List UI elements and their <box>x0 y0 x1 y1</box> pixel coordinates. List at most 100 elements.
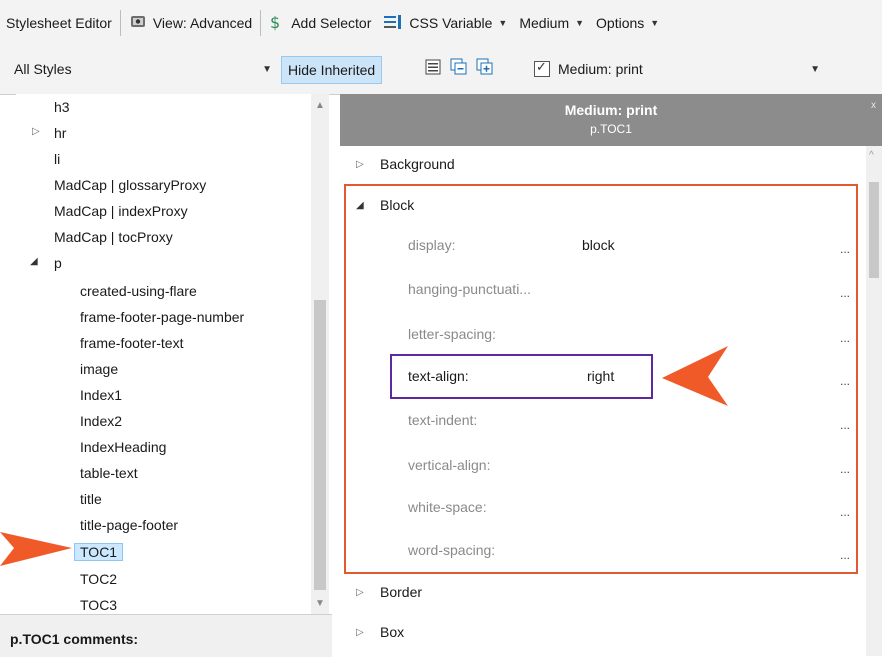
view-mode-buttons <box>424 58 494 76</box>
tree-item-label: frame-footer-page-number <box>80 309 245 325</box>
tree-item[interactable]: TOC3 <box>80 592 117 614</box>
tree-item[interactable]: table-text <box>80 460 138 486</box>
tree-item-label: table-text <box>80 465 138 481</box>
tree-item-label: p <box>54 255 62 271</box>
section-border-label: Border <box>380 584 423 600</box>
main-toolbar: Stylesheet Editor View: Advanced $ Add S… <box>0 0 882 47</box>
svg-text:$: $ <box>270 13 280 31</box>
tree-item[interactable]: MadCap | glossaryProxy <box>54 172 206 198</box>
close-icon[interactable]: x <box>871 100 876 111</box>
tree-item[interactable]: MadCap | tocProxy <box>54 224 173 250</box>
css-variable-label: CSS Variable <box>409 15 493 31</box>
editor-title-label: Stylesheet Editor <box>6 15 112 31</box>
tree-item-label: TOC2 <box>80 571 118 587</box>
text-align-highlight <box>390 354 653 399</box>
comments-label: p.TOC1 comments: <box>10 631 139 647</box>
tree-item[interactable]: created-using-flare <box>80 278 197 304</box>
callout-arrow-left <box>0 532 72 566</box>
callout-arrow-right <box>662 346 728 406</box>
tree-item-label: h3 <box>54 99 70 115</box>
tree-item[interactable]: frame-footer-page-number <box>80 304 244 330</box>
tree-item[interactable]: title-page-footer <box>80 512 178 538</box>
toolbar-separator <box>119 10 121 36</box>
section-background-label: Background <box>380 156 455 172</box>
properties-panel: Medium: print p.TOC1 x ^ ▷ Background ◢ … <box>340 94 882 656</box>
filter-toolbar: All Styles ▼ Hide Inherited Medium: prin… <box>0 46 882 95</box>
chevron-down-icon: ▼ <box>810 63 820 75</box>
tree-item[interactable]: li <box>54 146 60 172</box>
tree-item[interactable]: p <box>54 250 62 276</box>
section-box[interactable]: ▷ Box <box>356 624 404 640</box>
tree-item-label: TOC3 <box>80 597 118 613</box>
css-variable-icon <box>383 14 403 33</box>
toolbar-separator <box>260 10 262 36</box>
expand-arrow-icon: ▷ <box>356 158 364 170</box>
tree-item[interactable]: image <box>80 356 118 382</box>
section-background[interactable]: ▷ Background <box>356 156 455 172</box>
comments-panel: p.TOC1 comments: <box>0 614 332 657</box>
section-border[interactable]: ▷ Border <box>356 584 422 600</box>
tree-item-label: Index2 <box>80 413 123 429</box>
tree-item[interactable]: Index1 <box>80 382 122 408</box>
tree-item-label: title-page-footer <box>80 517 179 533</box>
medium-menu[interactable]: Medium ▼ <box>513 0 590 46</box>
tree-item-label: MadCap | indexProxy <box>54 203 188 219</box>
styles-filter-dropdown[interactable]: All Styles ▼ <box>14 56 276 82</box>
tree-item-label: frame-footer-text <box>80 335 184 351</box>
scroll-thumb[interactable] <box>314 300 326 590</box>
tree-scrollbar[interactable]: ▲ ▼ <box>311 94 329 614</box>
tree-item-label: IndexHeading <box>80 439 167 455</box>
css-variable-menu[interactable]: CSS Variable ▼ <box>377 0 513 46</box>
section-box-label: Box <box>380 624 405 640</box>
scroll-thumb[interactable] <box>869 182 879 278</box>
add-selector-label: Add Selector <box>291 15 372 31</box>
view-advanced-label: View: Advanced <box>152 15 253 31</box>
hide-inherited-toggle[interactable]: Hide Inherited <box>281 56 383 84</box>
selector-title: p.TOC1 <box>590 122 632 136</box>
medium-checkbox-label: Medium: print <box>558 61 643 77</box>
tree-item-label: TOC1 <box>74 543 124 561</box>
medium-label: Medium <box>519 15 570 31</box>
expand-arrow-icon: ▷ <box>356 626 364 638</box>
tree-item-label: li <box>54 151 61 167</box>
tree-item[interactable]: hr <box>54 120 66 146</box>
scroll-down-icon[interactable]: ▼ <box>315 598 325 609</box>
tree-item-label: created-using-flare <box>80 283 197 299</box>
medium-title: Medium: print <box>564 102 658 118</box>
view-advanced-button[interactable]: View: Advanced <box>123 0 258 46</box>
tree-item-label: hr <box>54 125 67 141</box>
tree-item[interactable]: IndexHeading <box>80 434 166 460</box>
add-selector-button[interactable]: $ Add Selector <box>263 0 377 46</box>
show-list-icon[interactable] <box>424 58 442 76</box>
properties-scrollbar[interactable]: ^ <box>866 146 882 656</box>
tree-item[interactable]: Index2 <box>80 408 122 434</box>
editor-title: Stylesheet Editor <box>0 0 118 46</box>
tree-item-label: image <box>80 361 119 377</box>
tree-item-selected[interactable]: TOC1 <box>74 539 124 565</box>
expand-arrow-icon[interactable]: ▷ <box>32 126 40 137</box>
expand-all-icon[interactable] <box>476 58 494 76</box>
hide-inherited-label: Hide Inherited <box>288 62 376 78</box>
tree-item[interactable]: h3 <box>54 94 70 120</box>
options-label: Options <box>596 15 645 31</box>
scroll-up-icon[interactable]: ▲ <box>315 100 325 111</box>
collapse-all-icon[interactable] <box>450 58 468 76</box>
scroll-up-icon[interactable]: ^ <box>869 150 874 161</box>
medium-checkbox[interactable] <box>534 59 550 77</box>
dropdown-caret-icon: ▼ <box>575 18 585 28</box>
tree-item-label: title <box>80 491 102 507</box>
add-selector-icon: $ <box>269 13 285 34</box>
medium-checkbox-dropdown[interactable]: Medium: print ▼ <box>534 56 824 82</box>
dropdown-caret-icon: ▼ <box>650 18 660 28</box>
tree-item[interactable]: TOC2 <box>80 566 117 592</box>
options-menu[interactable]: Options ▼ <box>590 0 665 46</box>
properties-header: Medium: print p.TOC1 x <box>340 94 882 146</box>
view-icon <box>129 13 147 34</box>
styles-filter-value: All Styles <box>14 61 72 77</box>
expand-arrow-icon: ▷ <box>356 586 364 598</box>
tree-item[interactable]: MadCap | indexProxy <box>54 198 188 224</box>
collapse-arrow-icon[interactable]: ◢ <box>30 256 38 267</box>
tree-item-label: Index1 <box>80 387 123 403</box>
tree-item[interactable]: frame-footer-text <box>80 330 183 356</box>
tree-item[interactable]: title <box>80 486 102 512</box>
